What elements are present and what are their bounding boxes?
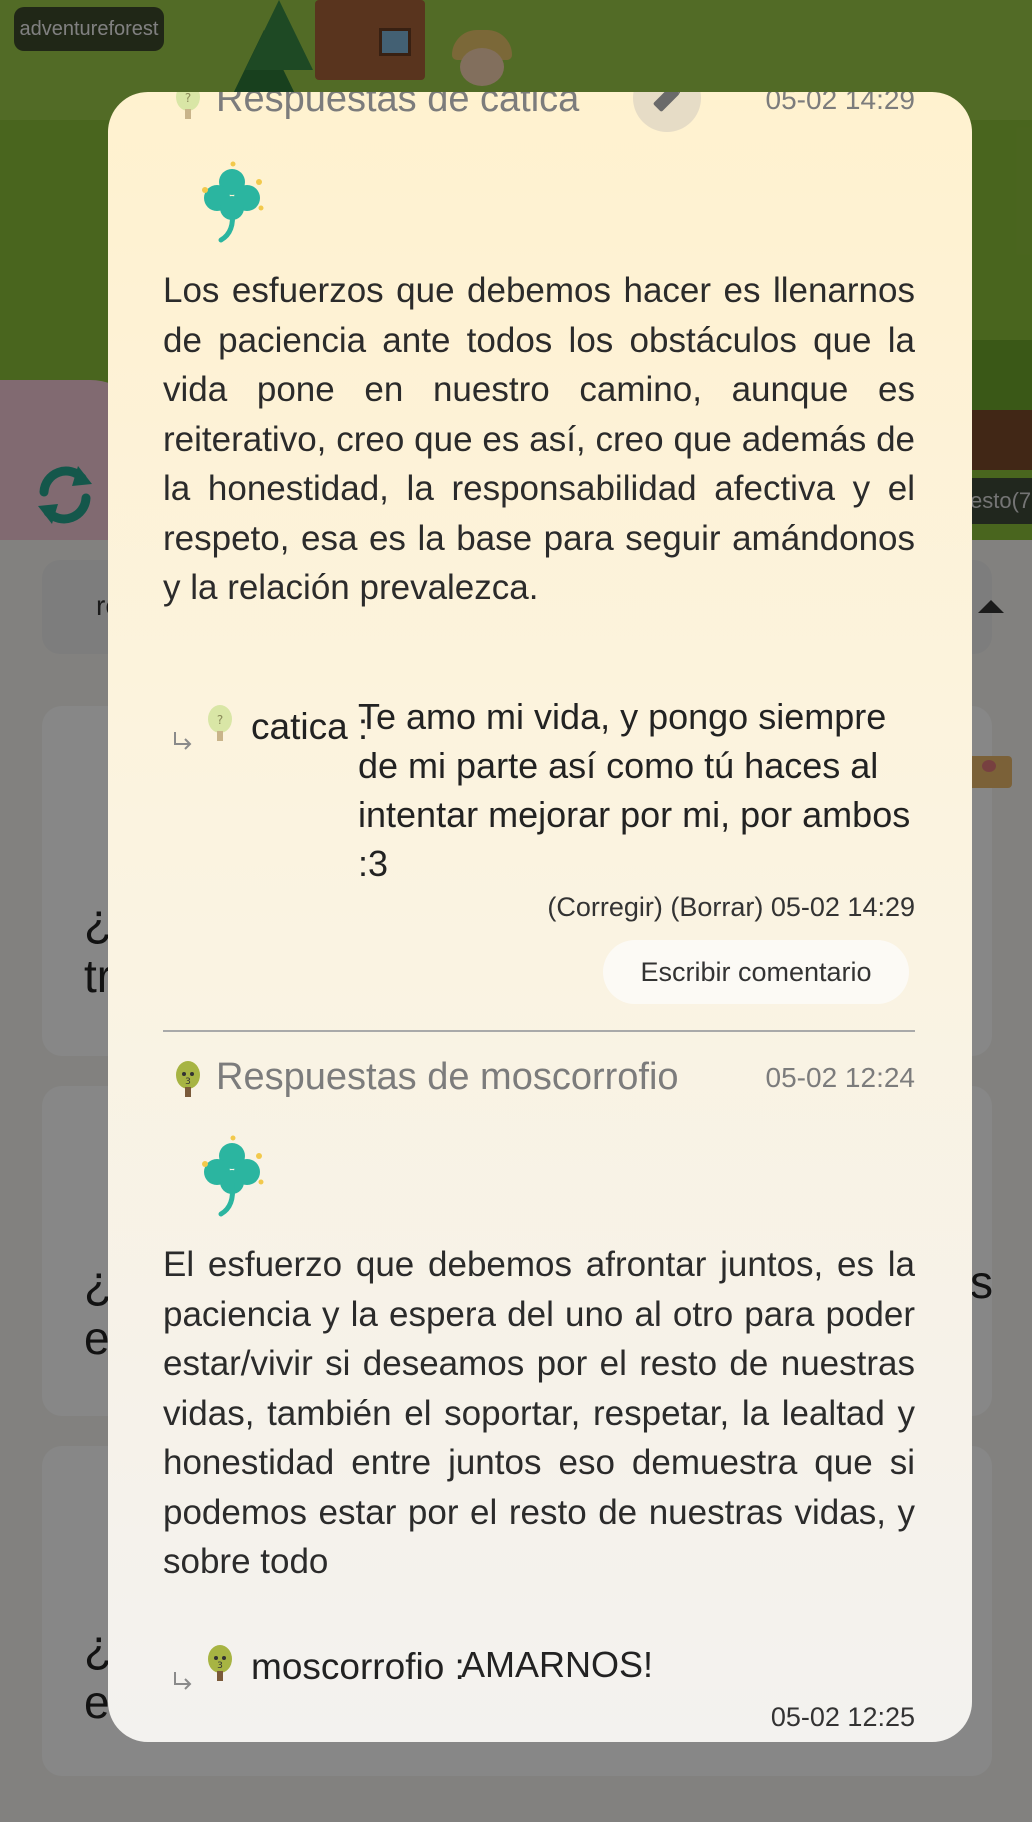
clover-icon [202, 1135, 264, 1217]
tree-avatar-icon: ? [208, 705, 232, 741]
svg-text:?: ? [185, 92, 191, 105]
answer-header: ? Respuestas de catica 05-02 14:29 [163, 92, 915, 132]
answer-date: 05-02 14:29 [765, 92, 915, 115]
reply-text: AMARNOS! [461, 1644, 654, 1685]
answer-date: 05-02 12:24 [765, 1062, 915, 1093]
correct-link[interactable]: (Corregir) [547, 892, 663, 922]
answers-modal: ? Respuestas de catica 05-02 14:29 Los e… [108, 92, 972, 1742]
svg-text:3: 3 [217, 1661, 223, 1671]
svg-text:3: 3 [185, 1077, 191, 1087]
reply-text: Te amo mi vida, y pongo siempre de mi pa… [358, 696, 911, 884]
answer-title: Respuestas de moscorrofio [216, 1056, 679, 1098]
tree-avatar-icon: 3 [176, 1061, 200, 1097]
answer-body: Los esfuerzos que debemos hacer es llena… [163, 271, 915, 607]
edit-button[interactable] [633, 92, 701, 132]
svg-text:?: ? [217, 713, 223, 727]
answer-title: Respuestas de catica [216, 92, 580, 120]
reply-date: 05-02 12:25 [770, 1702, 915, 1732]
tree-avatar-icon: 3 [208, 1645, 232, 1681]
reply-meta: (Corregir) (Borrar) 05-02 14:29 [547, 892, 915, 923]
divider [163, 1030, 915, 1032]
answer-body: El esfuerzo que debemos afrontar juntos,… [163, 1245, 915, 1581]
pencil-icon [653, 92, 682, 112]
clover-icon [202, 161, 264, 243]
reply-date: 05-02 14:29 [770, 892, 915, 922]
write-comment-button[interactable]: Escribir comentario [603, 940, 909, 1004]
reply-arrow-icon [174, 732, 192, 750]
reply-author: moscorrofio : [251, 1646, 465, 1687]
reply-author: catica : [251, 706, 369, 747]
delete-link[interactable]: (Borrar) [670, 892, 763, 922]
tree-avatar-icon: ? [176, 92, 200, 119]
answer-header: 3 Respuestas de moscorrofio 05-02 12:24 [163, 1050, 915, 1110]
reply-arrow-icon [174, 1672, 192, 1690]
